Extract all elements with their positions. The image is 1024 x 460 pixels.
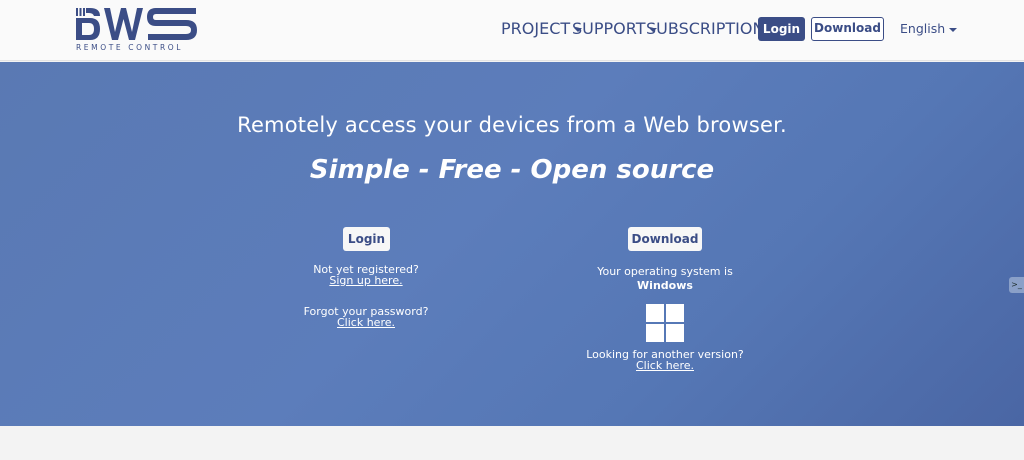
- hero-title: Remotely access your devices from a Web …: [237, 113, 787, 137]
- nav-support-label: SUPPORT: [572, 19, 646, 38]
- hero-subtitle: Simple - Free - Open source: [309, 155, 715, 185]
- nav-subscriptions-label: SUBSCRIPTIONS: [646, 19, 775, 38]
- logo-subtitle: REMOTE CONTROL: [76, 43, 184, 52]
- hero-section: Remotely access your devices from a Web …: [0, 62, 1024, 426]
- header-login-button[interactable]: Login: [758, 17, 805, 41]
- header-download-button[interactable]: Download: [811, 17, 884, 41]
- footer-area: [0, 426, 1024, 460]
- nav-project[interactable]: PROJECT: [501, 17, 583, 41]
- hero-login-button[interactable]: Login: [343, 227, 390, 251]
- caret-down-icon: [949, 27, 958, 32]
- os-detected-text: Your operating system is: [597, 265, 733, 278]
- forgot-password-link[interactable]: Click here.: [286, 316, 446, 329]
- language-label: English: [900, 21, 946, 36]
- dws-logo[interactable]: REMOTE CONTROL: [76, 6, 198, 54]
- dws-logo-mark: [76, 8, 197, 40]
- top-navbar: REMOTE CONTROL PROJECT SUPPORT SUBSCRIPT…: [0, 0, 1024, 61]
- side-tab-icon[interactable]: >_: [1009, 277, 1024, 293]
- nav-subscriptions[interactable]: SUBSCRIPTIONS: [646, 17, 775, 41]
- hero-download-button[interactable]: Download: [628, 227, 702, 251]
- nav-support[interactable]: SUPPORT: [572, 17, 658, 41]
- signup-link[interactable]: Sign up here.: [286, 274, 446, 287]
- windows-icon[interactable]: [646, 304, 684, 342]
- os-name: Windows: [637, 279, 693, 292]
- nav-project-label: PROJECT: [501, 19, 571, 38]
- another-version-link[interactable]: Click here.: [575, 359, 755, 372]
- language-selector[interactable]: English: [900, 17, 958, 41]
